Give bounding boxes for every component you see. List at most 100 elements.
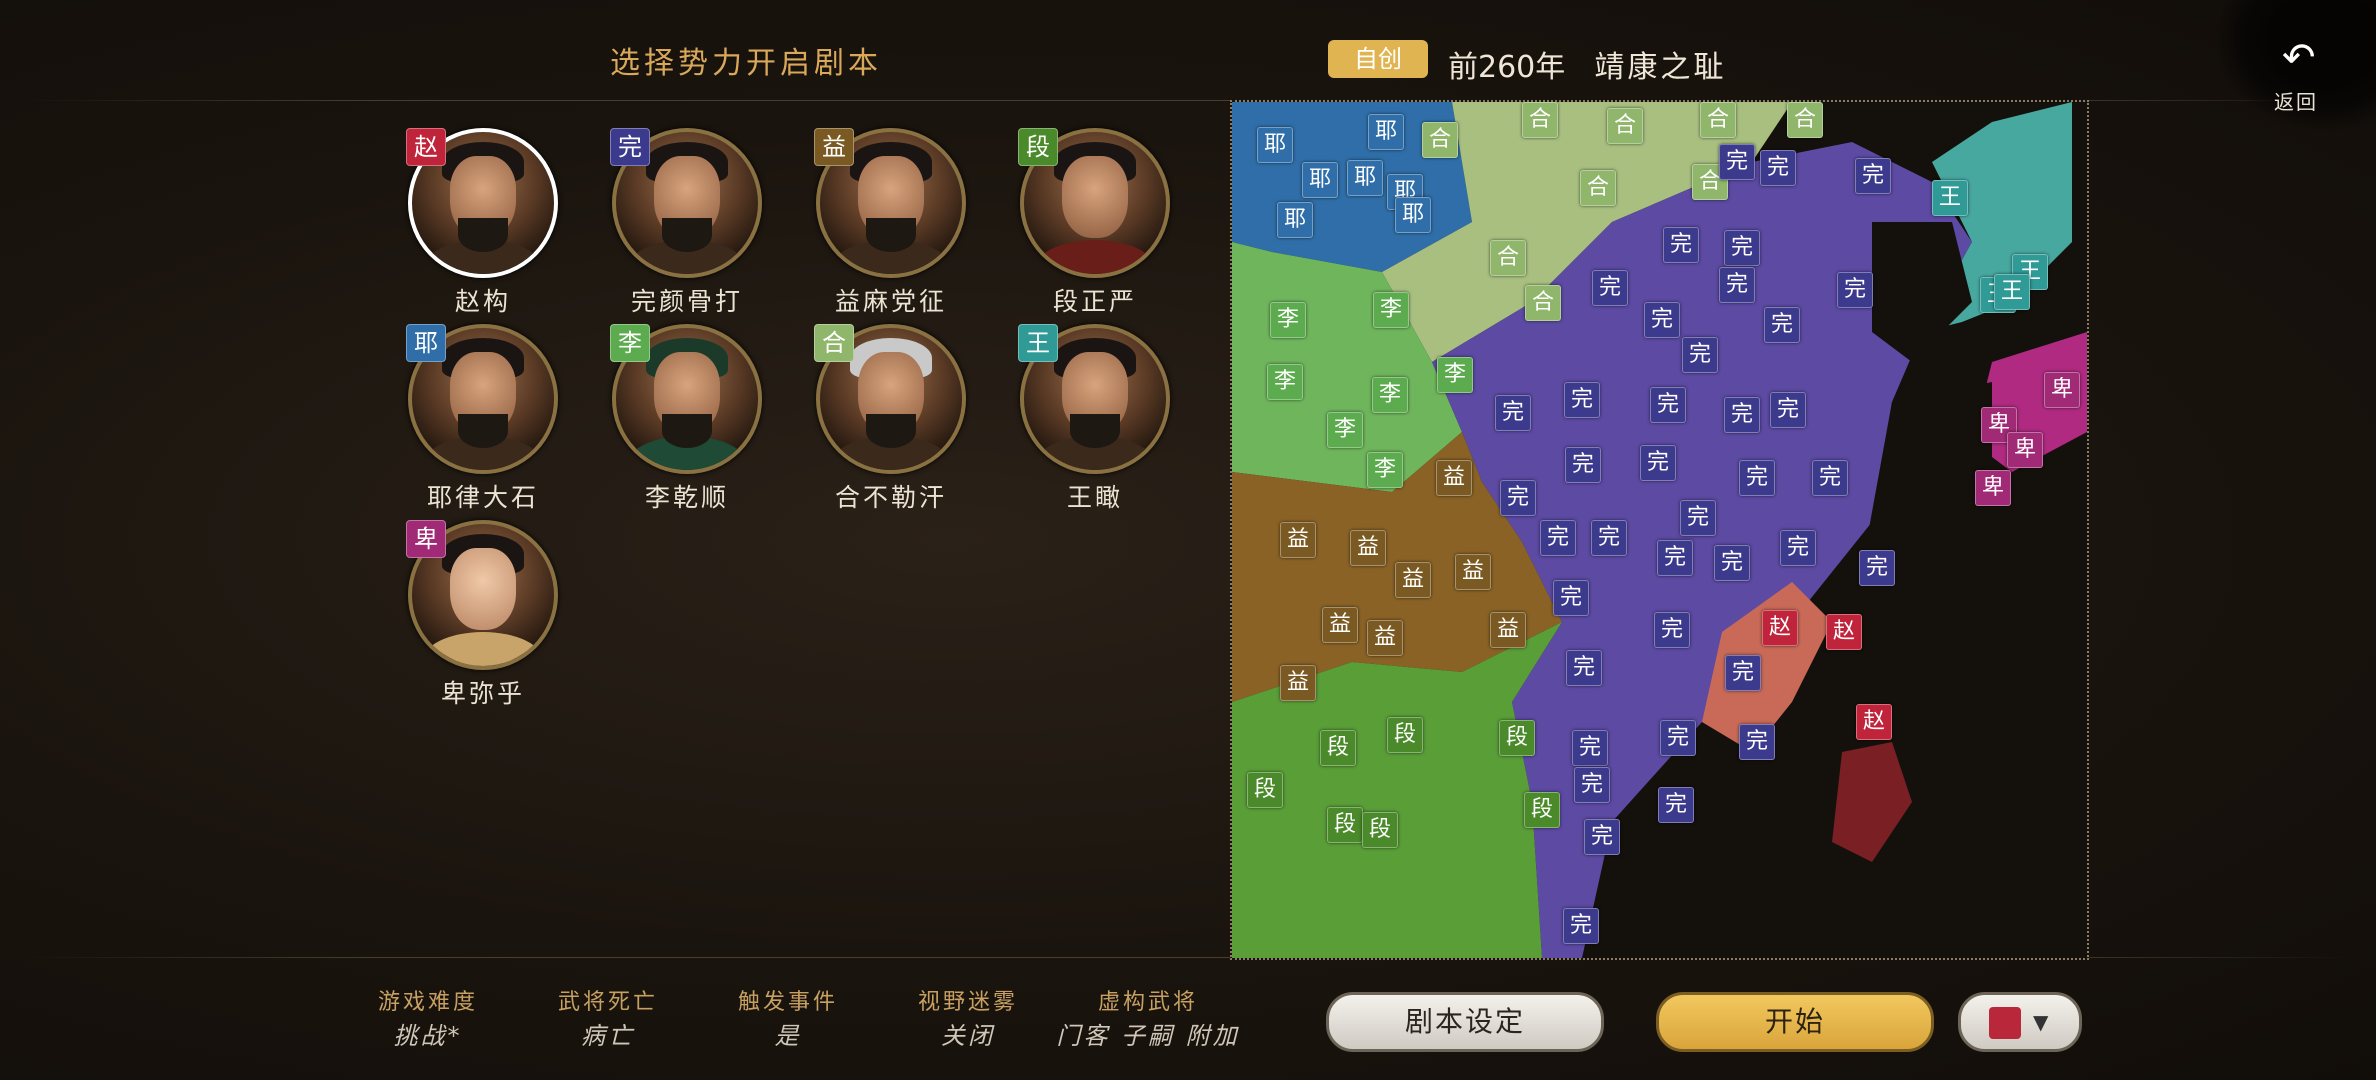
map-marker-wanyan: 完: [1855, 158, 1891, 194]
map-marker-wanyan: 完: [1739, 460, 1775, 496]
sea-dark-1: [1872, 222, 1972, 362]
map-marker-bi: 卑: [1975, 470, 2011, 506]
map-marker-li: 李: [1267, 364, 1303, 400]
map-marker-wanyan: 完: [1663, 227, 1699, 263]
map-marker-wanyan: 完: [1553, 580, 1589, 616]
map-marker-wang: 王: [1932, 180, 1968, 216]
map-marker-yi: 益: [1322, 607, 1358, 643]
leader-name: 卑弥乎: [440, 679, 525, 708]
option-label-events: 触发事件: [737, 990, 838, 1015]
leader-name: 益麻党征: [834, 287, 947, 316]
custom-tag-badge: 自创: [1328, 40, 1428, 78]
map-marker-wanyan: 完: [1714, 545, 1750, 581]
beard: [1070, 414, 1120, 448]
leader-name: 合不勒汗: [834, 483, 947, 512]
map-marker-yi: 益: [1367, 620, 1403, 656]
option-label-fictional: 虚构武将: [1097, 990, 1198, 1015]
scenario-info: 前260年 靖康之耻: [1448, 42, 1726, 86]
map-marker-wanyan: 完: [1725, 655, 1761, 691]
face: [1062, 156, 1128, 238]
beard: [458, 414, 508, 448]
map-marker-duan: 段: [1247, 772, 1283, 808]
option-label-fog: 视野迷雾: [917, 990, 1018, 1015]
portrait-zhao-gou[interactable]: 赵 赵构: [406, 128, 558, 318]
option-value-events[interactable]: 是: [718, 1016, 858, 1051]
map-marker-wanyan: 完: [1724, 230, 1760, 266]
scenario-name: 靖康之耻: [1594, 50, 1727, 85]
map-marker-wanyan: 完: [1859, 550, 1895, 586]
map-marker-wanyan: 完: [1540, 520, 1576, 556]
faction-badge: 赵: [406, 128, 446, 166]
page-title: 选择势力开启剧本: [610, 46, 882, 81]
portrait-wang[interactable]: 王 王瞰: [1018, 324, 1170, 514]
map-marker-wanyan: 完: [1812, 460, 1848, 496]
map-marker-wanyan: 完: [1563, 908, 1599, 944]
map-marker-wanyan: 完: [1591, 520, 1627, 556]
option-value-death[interactable]: 病亡: [538, 1016, 678, 1051]
map-marker-he: 合: [1422, 122, 1458, 158]
sea-dark-3: [1882, 722, 2087, 958]
portrait-yelu[interactable]: 耶 耶律大石: [406, 324, 558, 514]
map-marker-duan: 段: [1320, 730, 1356, 766]
portrait-duan[interactable]: 段 段正严: [1018, 128, 1170, 318]
map-marker-wang: 王: [1994, 274, 2030, 310]
map-marker-yi: 益: [1455, 554, 1491, 590]
scenario-settings-button[interactable]: 剧本设定: [1326, 992, 1604, 1052]
map-marker-bi: 卑: [2044, 372, 2080, 408]
back-label: 返回: [2274, 90, 2318, 114]
map-marker-yelu: 耶: [1302, 162, 1338, 198]
portrait-bi[interactable]: 卑 卑弥乎: [406, 520, 558, 710]
map-marker-wanyan: 完: [1657, 540, 1693, 576]
map-marker-he: 合: [1787, 102, 1823, 138]
map-marker-zhao: 赵: [1826, 614, 1862, 650]
faction-badge: 完: [610, 128, 650, 166]
leader-name: 段正严: [1052, 287, 1137, 316]
scenario-map[interactable]: 耶耶耶耶耶耶耶合合合合合合合合合李李李李李李李益益益益益益益益益段段段段段段段完…: [1230, 100, 2089, 960]
map-marker-yelu: 耶: [1368, 114, 1404, 150]
map-marker-wanyan: 完: [1644, 302, 1680, 338]
map-marker-wanyan: 完: [1566, 650, 1602, 686]
map-marker-duan: 段: [1524, 792, 1560, 828]
map-marker-duan: 段: [1387, 717, 1423, 753]
color-swatch: [1989, 1007, 2021, 1039]
map-marker-bi: 卑: [2007, 432, 2043, 468]
map-marker-li: 李: [1270, 302, 1306, 338]
color-select-dropdown[interactable]: ▼: [1958, 992, 2082, 1052]
map-marker-yi: 益: [1280, 522, 1316, 558]
map-marker-he: 合: [1580, 170, 1616, 206]
map-marker-yelu: 耶: [1347, 160, 1383, 196]
beard: [866, 218, 916, 252]
face: [450, 548, 516, 630]
back-button[interactable]: ↶ 返回: [2216, 0, 2376, 130]
map-marker-yelu: 耶: [1277, 202, 1313, 238]
portrait-wanyan[interactable]: 完 完颜骨打: [610, 128, 762, 318]
map-marker-wanyan: 完: [1760, 150, 1796, 186]
map-marker-wanyan: 完: [1764, 307, 1800, 343]
faction-badge: 王: [1018, 324, 1058, 362]
map-marker-yi: 益: [1395, 562, 1431, 598]
portrait-he[interactable]: 合 合不勒汗: [814, 324, 966, 514]
map-marker-wanyan: 完: [1500, 480, 1536, 516]
map-marker-wanyan: 完: [1640, 445, 1676, 481]
map-marker-li: 李: [1327, 412, 1363, 448]
map-marker-he: 合: [1607, 108, 1643, 144]
map-marker-he: 合: [1490, 240, 1526, 276]
map-marker-duan: 段: [1499, 720, 1535, 756]
start-button[interactable]: 开始: [1656, 992, 1934, 1052]
map-marker-zhao: 赵: [1762, 610, 1798, 646]
map-marker-wanyan: 完: [1680, 500, 1716, 536]
map-marker-yi: 益: [1350, 530, 1386, 566]
option-value-difficulty[interactable]: 挑战*: [358, 1016, 498, 1051]
portrait-li[interactable]: 李 李乾顺: [610, 324, 762, 514]
map-marker-yi: 益: [1436, 460, 1472, 496]
map-marker-wanyan: 完: [1584, 819, 1620, 855]
map-marker-yi: 益: [1280, 665, 1316, 701]
map-marker-wanyan: 完: [1719, 267, 1755, 303]
option-value-fog[interactable]: 关闭: [898, 1016, 1038, 1051]
leader-name: 李乾顺: [644, 483, 729, 512]
option-value-fictional[interactable]: 门客 子嗣 附加: [1040, 1016, 1256, 1051]
leader-name: 王瞰: [1066, 483, 1123, 512]
leader-name: 耶律大石: [426, 483, 539, 512]
faction-badge: 卑: [406, 520, 446, 558]
portrait-yima[interactable]: 益 益麻党征: [814, 128, 966, 318]
